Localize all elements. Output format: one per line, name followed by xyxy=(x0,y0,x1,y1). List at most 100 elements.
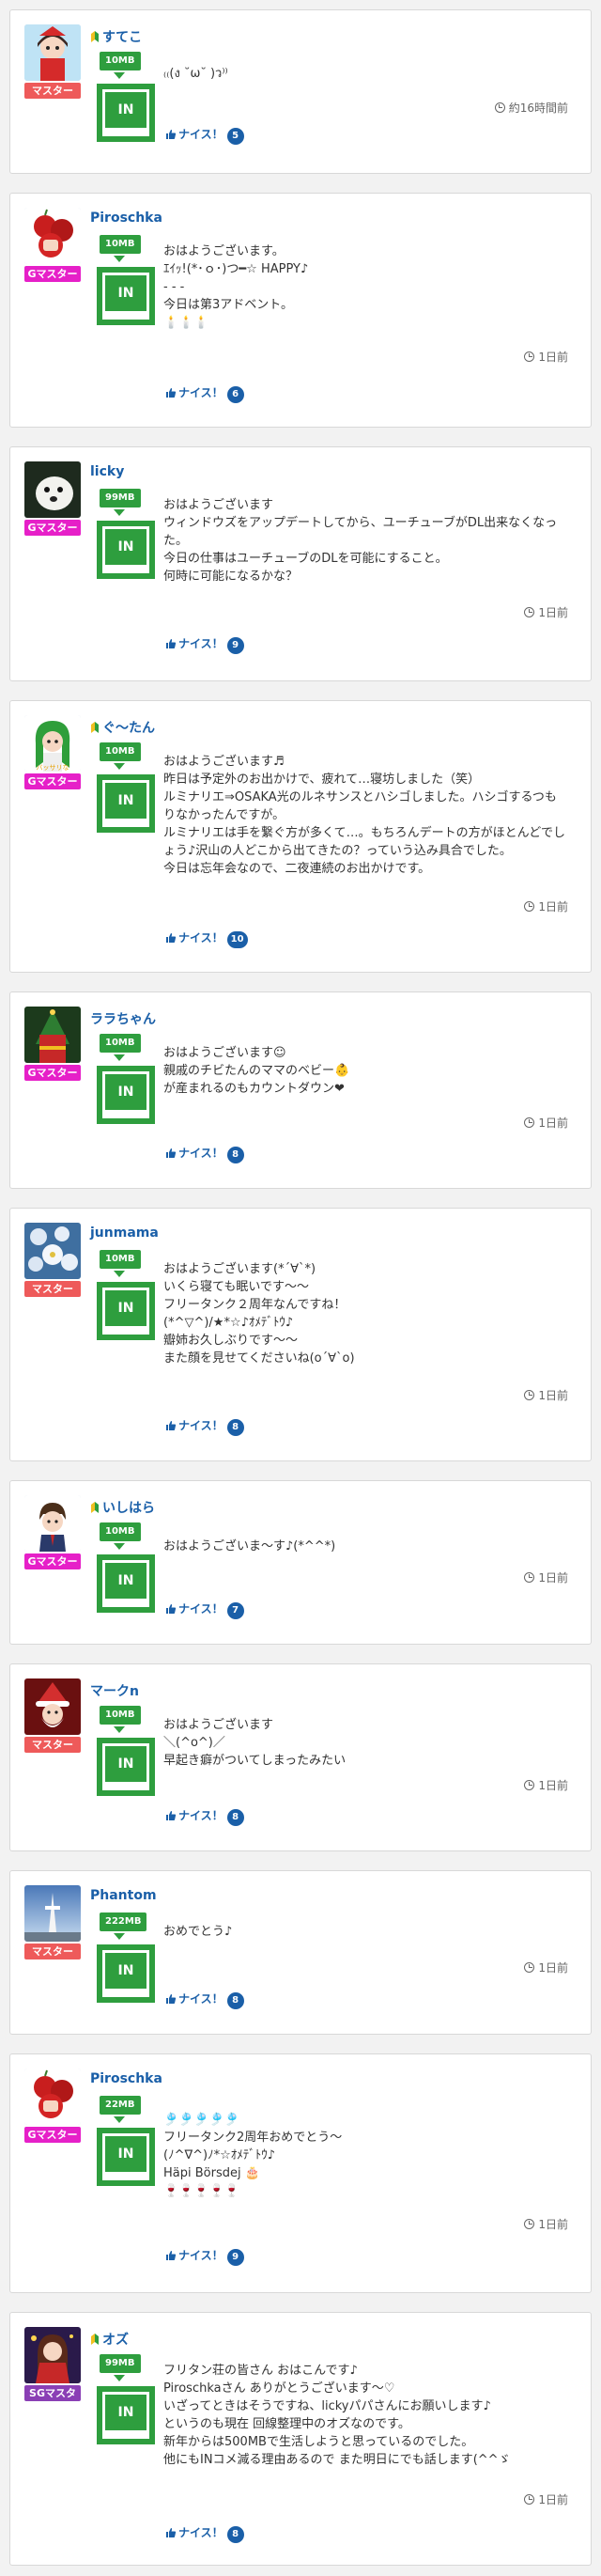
mb-badge: 10MB xyxy=(100,1522,141,1541)
in-button[interactable]: IN xyxy=(97,1282,155,1340)
in-label: IN xyxy=(105,2136,146,2172)
thumbs-up-icon xyxy=(165,1993,177,2005)
user-name[interactable]: junmama xyxy=(90,1226,159,1241)
mb-badge: 99MB xyxy=(100,489,141,507)
nice-count: 8 xyxy=(226,1992,244,2009)
user-name[interactable]: ぐ～たん xyxy=(90,718,155,737)
user-name[interactable]: Phantom xyxy=(90,1888,157,1903)
post-time-text: 1日前 xyxy=(538,1961,568,1975)
nice-label: ナイス！ xyxy=(178,1992,223,2006)
in-button[interactable]: IN xyxy=(97,1554,155,1613)
user-name[interactable]: ララちゃん xyxy=(90,1009,156,1028)
girl-avatar-icon[interactable] xyxy=(24,24,81,81)
white-dog-avatar-icon[interactable] xyxy=(24,461,81,518)
in-button[interactable]: IN xyxy=(97,2386,155,2444)
nice-label: ナイス！ xyxy=(178,931,223,945)
mb-badge: 10MB xyxy=(100,1250,141,1269)
nice-button[interactable]: ナイス！ 8 xyxy=(165,1991,244,2009)
clock-icon xyxy=(524,1572,535,1583)
nice-button[interactable]: ナイス！ 8 xyxy=(165,1145,244,1163)
nice-button[interactable]: ナイス！ 8 xyxy=(165,2524,244,2543)
in-label: IN xyxy=(105,1563,146,1599)
santa-avatar-icon[interactable] xyxy=(24,1678,81,1735)
in-label: IN xyxy=(105,2395,146,2430)
beginner-leaf-icon xyxy=(90,2333,100,2346)
user-name-text: Piroschka xyxy=(90,211,162,226)
in-button[interactable]: IN xyxy=(97,1944,155,2003)
thumbs-up-icon xyxy=(165,129,177,140)
nice-label: ナイス！ xyxy=(178,1809,223,1822)
nice-button[interactable]: ナイス！ 9 xyxy=(165,635,244,654)
green-hair-girl-avatar-icon[interactable]: バッサリな xyxy=(24,715,81,772)
user-name[interactable]: Piroschka xyxy=(90,2071,162,2086)
flowers-avatar-icon[interactable] xyxy=(24,1223,81,1279)
nice-count: 8 xyxy=(226,1809,244,1826)
thumbs-up-icon xyxy=(165,2250,177,2261)
user-name[interactable]: Piroschka xyxy=(90,211,162,226)
nice-label: ナイス！ xyxy=(178,386,223,399)
nice-count: 10 xyxy=(226,931,248,948)
in-label: IN xyxy=(105,783,146,819)
red-costume-avatar-icon[interactable] xyxy=(24,2327,81,2383)
post-time-text: 1日前 xyxy=(538,900,568,913)
user-name[interactable]: マークn xyxy=(90,1681,139,1700)
post-time-text: 1日前 xyxy=(538,351,568,364)
user-name[interactable]: オズ xyxy=(90,2330,129,2349)
post-time-text: 約16時間前 xyxy=(508,101,568,115)
in-label: IN xyxy=(105,1074,146,1110)
rank-badge: マスター xyxy=(24,1737,81,1753)
nice-count: 6 xyxy=(226,386,244,403)
mb-arrow-icon xyxy=(114,2375,125,2381)
in-button[interactable]: IN xyxy=(97,1738,155,1796)
post-card: Gマスター いしはら 10MB IN おはようございま～す♪(*^^*) 1日前… xyxy=(9,1480,592,1645)
nice-button[interactable]: ナイス！ 7 xyxy=(165,1600,244,1619)
user-name-text: ララちゃん xyxy=(90,1012,156,1027)
christmas-avatar-icon[interactable] xyxy=(24,1007,81,1063)
thumbs-up-icon xyxy=(165,1603,177,1615)
post-card: Gマスター Piroschka 10MB IN おはようございます。 ｴｲｯ!(… xyxy=(9,193,592,428)
user-name[interactable]: いしはら xyxy=(90,1498,155,1517)
post-card: SGマスタ オズ 99MB IN フリタン荘の皆さん おはこんです♪ Piros… xyxy=(9,2312,592,2566)
in-button[interactable]: IN xyxy=(97,267,155,325)
user-name-text: licky xyxy=(90,464,125,479)
nice-count: 5 xyxy=(226,128,244,145)
beginner-leaf-icon xyxy=(90,30,100,43)
in-button[interactable]: IN xyxy=(97,774,155,833)
nice-button[interactable]: ナイス！ 5 xyxy=(165,126,244,145)
apple-avatar-icon[interactable] xyxy=(24,208,81,264)
post-time: 1日前 xyxy=(524,2491,568,2507)
post-message: おはようございます。 ｴｲｯ!(*･ｏ･)つ━☆ HAPPY♪ - - - 今日… xyxy=(163,244,309,330)
post-card: マスター Phantom 222MB IN おめでとう♪ 1日前 ナイス！ 8 xyxy=(9,1870,592,2035)
boy-avatar-icon[interactable] xyxy=(24,1495,81,1552)
apple-avatar-icon[interactable] xyxy=(24,2069,81,2125)
post-card: マスター マークn 10MB IN おはようございます ＼(^o^)／ 早起き癖… xyxy=(9,1663,592,1851)
nice-button[interactable]: ナイス！ 6 xyxy=(165,384,244,403)
post-message: おはようございます ウィンドウズをアップデートしてから、ユーチューブがDL出来な… xyxy=(163,498,558,584)
nice-button[interactable]: ナイス！ 8 xyxy=(165,1417,244,1436)
in-button[interactable]: IN xyxy=(97,84,155,142)
post-message: おめでとう♪ xyxy=(163,1925,233,1939)
user-name[interactable]: すてこ xyxy=(90,27,142,46)
clock-icon xyxy=(524,607,535,617)
post-card: マスター すてこ 10MB IN ₍₍(ง ˘ω˘ )ว⁾⁾ 約16時間前 ナイ… xyxy=(9,9,592,174)
in-button[interactable]: IN xyxy=(97,2128,155,2186)
rank-badge: マスター xyxy=(24,1944,81,1959)
rank-badge: Gマスター xyxy=(24,773,81,789)
mb-arrow-icon xyxy=(114,1933,125,1940)
nice-button[interactable]: ナイス！ 8 xyxy=(165,1807,244,1826)
in-button[interactable]: IN xyxy=(97,1066,155,1124)
in-label: IN xyxy=(105,1953,146,1989)
in-button[interactable]: IN xyxy=(97,521,155,579)
clock-icon xyxy=(524,1390,535,1400)
post-time: 1日前 xyxy=(524,1115,568,1131)
user-name[interactable]: licky xyxy=(90,464,124,479)
mb-badge: 10MB xyxy=(100,742,141,761)
post-card: Gマスター licky 99MB IN おはようございます ウィンドウズをアップ… xyxy=(9,446,592,681)
nice-button[interactable]: ナイス！ 9 xyxy=(165,2247,244,2266)
nice-label: ナイス！ xyxy=(178,128,223,141)
tower-avatar-icon[interactable] xyxy=(24,1885,81,1942)
post-message: ₍₍(ง ˘ω˘ )ว⁾⁾ xyxy=(163,67,228,81)
thumbs-up-icon xyxy=(165,932,177,944)
clock-icon xyxy=(524,1117,535,1128)
nice-button[interactable]: ナイス！ 10 xyxy=(165,929,248,948)
